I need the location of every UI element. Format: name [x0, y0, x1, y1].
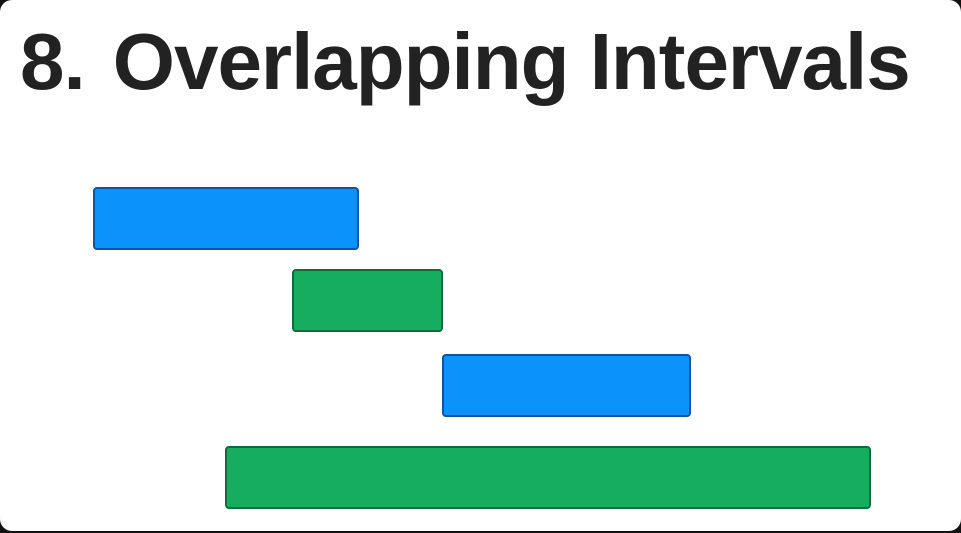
interval-bar-1 [93, 187, 359, 250]
interval-bar-3 [442, 354, 691, 417]
interval-diagram [0, 0, 961, 531]
interval-bar-4 [225, 446, 871, 509]
interval-bar-2 [292, 269, 443, 332]
slide: 8. Overlapping Intervals [0, 0, 961, 531]
